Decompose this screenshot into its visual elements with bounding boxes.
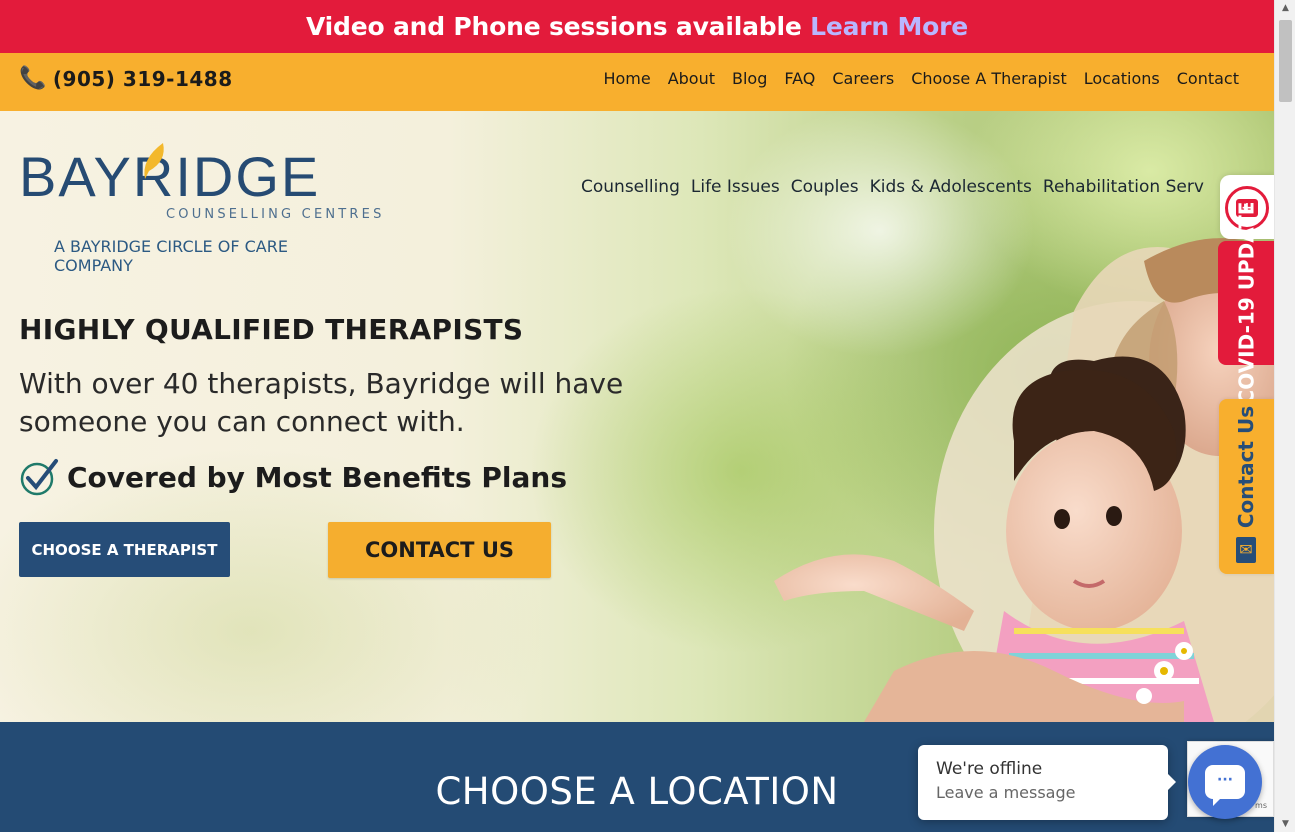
contact-us-button[interactable]: CONTACT US [328,522,551,578]
top-nav-careers[interactable]: Careers [832,69,894,88]
phone-number: (905) 319-1488 [52,67,233,91]
phone-link[interactable]: 📞 (905) 319-1488 [19,67,233,91]
chat-offline-bubble[interactable]: We're offline Leave a message [918,745,1176,820]
hero-photo [774,238,1274,722]
contact-tab-label: Contact Us [1234,405,1259,528]
page: Video and Phone sessions available Learn… [0,0,1274,832]
promo-banner: Video and Phone sessions available Learn… [0,0,1274,53]
brand-tagline: A BAYRIDGE CIRCLE OF CARE COMPANY [54,237,288,275]
top-nav-choose-therapist[interactable]: Choose A Therapist [911,69,1067,88]
chat-icon: ··· [1205,765,1245,806]
contact-us-tab[interactable]: Contact Us ✉ [1219,399,1274,574]
scrollbar[interactable]: ▲ ▼ [1274,0,1295,832]
chat-launcher-button[interactable]: ··· [1188,745,1262,819]
logo-subtitle: COUNSELLING CENTRES [166,207,385,222]
covid-update-tab[interactable]: + COVID-19 UPDATE [1218,175,1274,404]
benefits-text: Covered by Most Benefits Plans [67,460,567,494]
chat-action: Leave a message [936,783,1076,802]
top-nav-home[interactable]: Home [603,69,650,88]
benefits-line: Covered by Most Benefits Plans [19,458,567,496]
scroll-thumb[interactable] [1279,20,1292,102]
hero-section: BAYRIDGE COUNSELLING CENTRES A BAYRIDGE … [0,111,1274,722]
top-nav-contact[interactable]: Contact [1177,69,1239,88]
top-nav-about[interactable]: About [668,69,715,88]
main-nav-couples[interactable]: Couples [791,177,859,197]
main-nav-kids[interactable]: Kids & Adolescents [870,177,1032,197]
recaptcha-terms[interactable]: ms [1255,801,1267,810]
leaf-icon [144,143,164,179]
hero-title: HIGHLY QUALIFIED THERAPISTS [19,313,524,346]
logo-wordmark: BAYRIDGE [19,145,321,208]
scroll-up-arrow[interactable]: ▲ [1275,0,1295,16]
learn-more-link[interactable]: Learn More [810,12,968,41]
main-nav: Counselling Life Issues Couples Kids & A… [581,177,1204,197]
utility-bar: 📞 (905) 319-1488 Home About Blog FAQ Car… [0,53,1274,111]
main-nav-life-issues[interactable]: Life Issues [691,177,780,197]
main-nav-counselling[interactable]: Counselling [581,177,680,197]
top-nav-locations[interactable]: Locations [1084,69,1160,88]
envelope-icon: ✉ [1236,537,1256,563]
top-nav-faq[interactable]: FAQ [784,69,815,88]
main-nav-rehabilitation[interactable]: Rehabilitation Serv [1043,177,1204,197]
check-icon [20,459,58,496]
top-nav-blog[interactable]: Blog [732,69,767,88]
covid-label: COVID-19 UPDATE [1234,201,1258,405]
brand-logo[interactable]: BAYRIDGE COUNSELLING CENTRES [19,143,385,222]
top-nav: Home About Blog FAQ Careers Choose A The… [603,69,1239,88]
banner-text: Video and Phone sessions available [305,12,802,41]
hero-subtitle: With over 40 therapists, Bayridge will h… [19,367,624,438]
phone-icon: 📞 [19,66,47,91]
choose-therapist-button[interactable]: CHOOSE A THERAPIST [19,522,230,577]
scroll-down-arrow[interactable]: ▼ [1275,816,1295,832]
chat-status: We're offline [936,759,1043,779]
